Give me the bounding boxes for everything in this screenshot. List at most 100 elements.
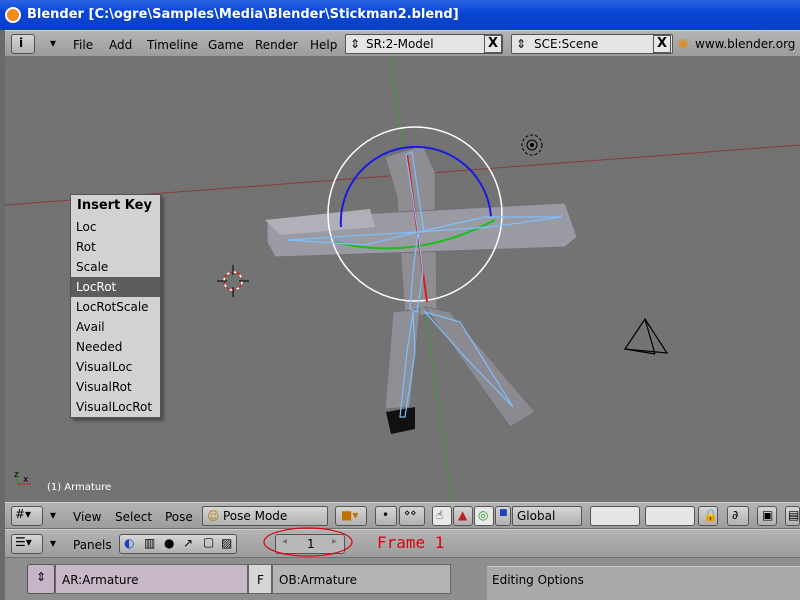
menu-view[interactable]: View [73,510,101,524]
draw-type-button[interactable]: ■▾ [335,506,367,526]
frame-counter[interactable]: ◂ 1 ▸ [275,534,345,554]
insert-key-scale[interactable]: Scale [71,257,160,277]
render-button[interactable]: ▣ [757,506,777,526]
buttons-collapse-icon[interactable]: ▾ [50,536,56,550]
menu-timeline[interactable]: Timeline [147,38,198,52]
context-buttons[interactable]: ◐ ▥ ● ↗ ▢ ▨ [119,534,237,554]
camera-icon [623,317,669,355]
script-icon[interactable]: ▥ [144,536,155,550]
object-name: OB:Armature [279,573,358,587]
top-header: i ▾ File Add Timeline Game Render Help S… [5,30,800,57]
menu-game[interactable]: Game [208,38,244,52]
scene-browse-icon[interactable]: ⇕ [516,37,526,51]
insert-key-visuallocrot[interactable]: VisualLocRot [71,397,160,417]
lock-icon: 🔒 [703,508,718,522]
window-title: Blender [C:\ogre\Samples\Media\Blender\S… [27,7,459,22]
mode-label: Pose Mode [223,509,288,523]
info-icon: i [19,36,24,50]
object-name-field[interactable]: OB:Armature [272,564,451,594]
axis-label-x: x [23,475,29,485]
scale-icon: ■ [499,508,508,518]
shading-icon[interactable]: ● [164,536,174,550]
buttons-window-icon: ☰▾ [15,535,32,549]
scene-name: SCE:Scene [534,37,599,51]
right-leg-block [423,306,536,428]
insert-key-locrot[interactable]: LocRot [71,277,160,297]
link-button[interactable]: ∂ [727,506,749,526]
frame-value: 1 [307,537,315,551]
menu-render[interactable]: Render [255,38,298,52]
insert-key-avail[interactable]: Avail [71,317,160,337]
insert-key-locrotscale[interactable]: LocRotScale [71,297,160,317]
menu-pose[interactable]: Pose [165,510,193,524]
render-icon: ▣ [762,508,774,522]
lamp-icon [521,134,543,156]
scene-selector[interactable]: SCE:Scene [511,34,673,54]
view3d-editor-type-button[interactable]: #▾ [11,506,43,526]
layers-group-2[interactable] [645,506,695,526]
scene-delete-button[interactable]: X [653,35,671,53]
frame-increment-icon[interactable]: ▸ [332,536,337,547]
insert-key-rot[interactable]: Rot [71,237,160,257]
frame-annotation-text: Frame 1 [377,533,445,552]
logic-icon[interactable]: ◐ [124,536,134,550]
buttons-editor-type-button[interactable]: ☰▾ [11,534,43,554]
link-icon: ∂ [732,508,739,522]
menu-file[interactable]: File [73,38,93,52]
menu-add[interactable]: Add [109,38,132,52]
blender-org-icon: ◉ [678,36,689,50]
pivot-button[interactable]: • [375,506,397,526]
rotate-icon: ◎ [478,508,489,522]
editing-options-panel[interactable]: Editing Options [487,566,800,600]
insert-key-needed[interactable]: Needed [71,337,160,357]
render-anim-button[interactable]: ▤ [785,506,800,526]
manipulator-translate[interactable]: ▲ [453,506,473,526]
screen-delete-button[interactable]: X [484,35,502,53]
layers-group-1[interactable] [590,506,640,526]
pose-mode-icon: ☺ [207,509,220,523]
manipulator-rotate[interactable]: ◎ [474,506,494,526]
window-titlebar: Blender [C:\ogre\Samples\Media\Blender\S… [0,0,800,30]
orientation-label: Global [517,509,556,523]
browse-icon: ⇕ [36,570,47,584]
scene-icon[interactable]: ▨ [221,536,232,550]
frame-decrement-icon[interactable]: ◂ [282,536,287,547]
manipulator-toggle[interactable]: ☝ [432,506,452,526]
film-icon: ▤ [788,508,800,522]
insert-key-loc[interactable]: Loc [71,217,160,237]
screen-name: SR:2-Model [366,37,434,51]
insert-key-menu: Insert Key Loc Rot Scale LocRot LocRotSc… [70,194,161,418]
insert-key-visualrot[interactable]: VisualRot [71,377,160,397]
screen-selector[interactable]: SR:2-Model [345,34,503,54]
lock-layers-button[interactable]: 🔒 [698,506,718,526]
editing-icon[interactable]: ▢ [203,535,214,549]
insert-key-title: Insert Key [77,198,152,213]
fake-user-button[interactable]: F [248,564,272,594]
screen-browse-icon[interactable]: ⇕ [350,37,360,51]
armature-name-field[interactable]: AR:Armature [55,564,248,594]
mode-selector[interactable]: Pose Mode [202,506,328,526]
3d-viewport[interactable]: x z Insert Key Loc Rot Scale LocRot LocR… [5,57,800,502]
object-icon[interactable]: ↗ [183,536,193,550]
panels-label: Panels [73,538,112,552]
armature-browse-button[interactable]: ⇕ [27,564,55,594]
orientation-selector[interactable]: Global [512,506,582,526]
snap-icon: ⋄⋄ [404,508,417,519]
website-label: www.blender.org 2 [695,37,800,51]
axis-label-z: z [14,470,19,480]
menu-select[interactable]: Select [115,510,152,524]
menu-help[interactable]: Help [310,38,337,52]
editing-options-title: Editing Options [492,573,584,587]
collapse-menu-icon[interactable]: ▾ [50,36,56,50]
manipulator-scale[interactable]: ■ [495,506,511,526]
insert-key-visualloc[interactable]: VisualLoc [71,357,160,377]
hand-icon: ☝ [436,508,444,522]
snap-button[interactable]: ⋄⋄ [399,506,425,526]
pivot-icon: • [382,508,390,522]
view3d-collapse-icon[interactable]: ▾ [50,508,56,522]
editor-type-button[interactable]: i [11,34,35,54]
grid-icon: #▾ [15,507,32,521]
active-object-label: (1) Armature [47,482,112,493]
blender-logo-icon [5,7,21,23]
cube-icon: ■▾ [341,508,359,522]
